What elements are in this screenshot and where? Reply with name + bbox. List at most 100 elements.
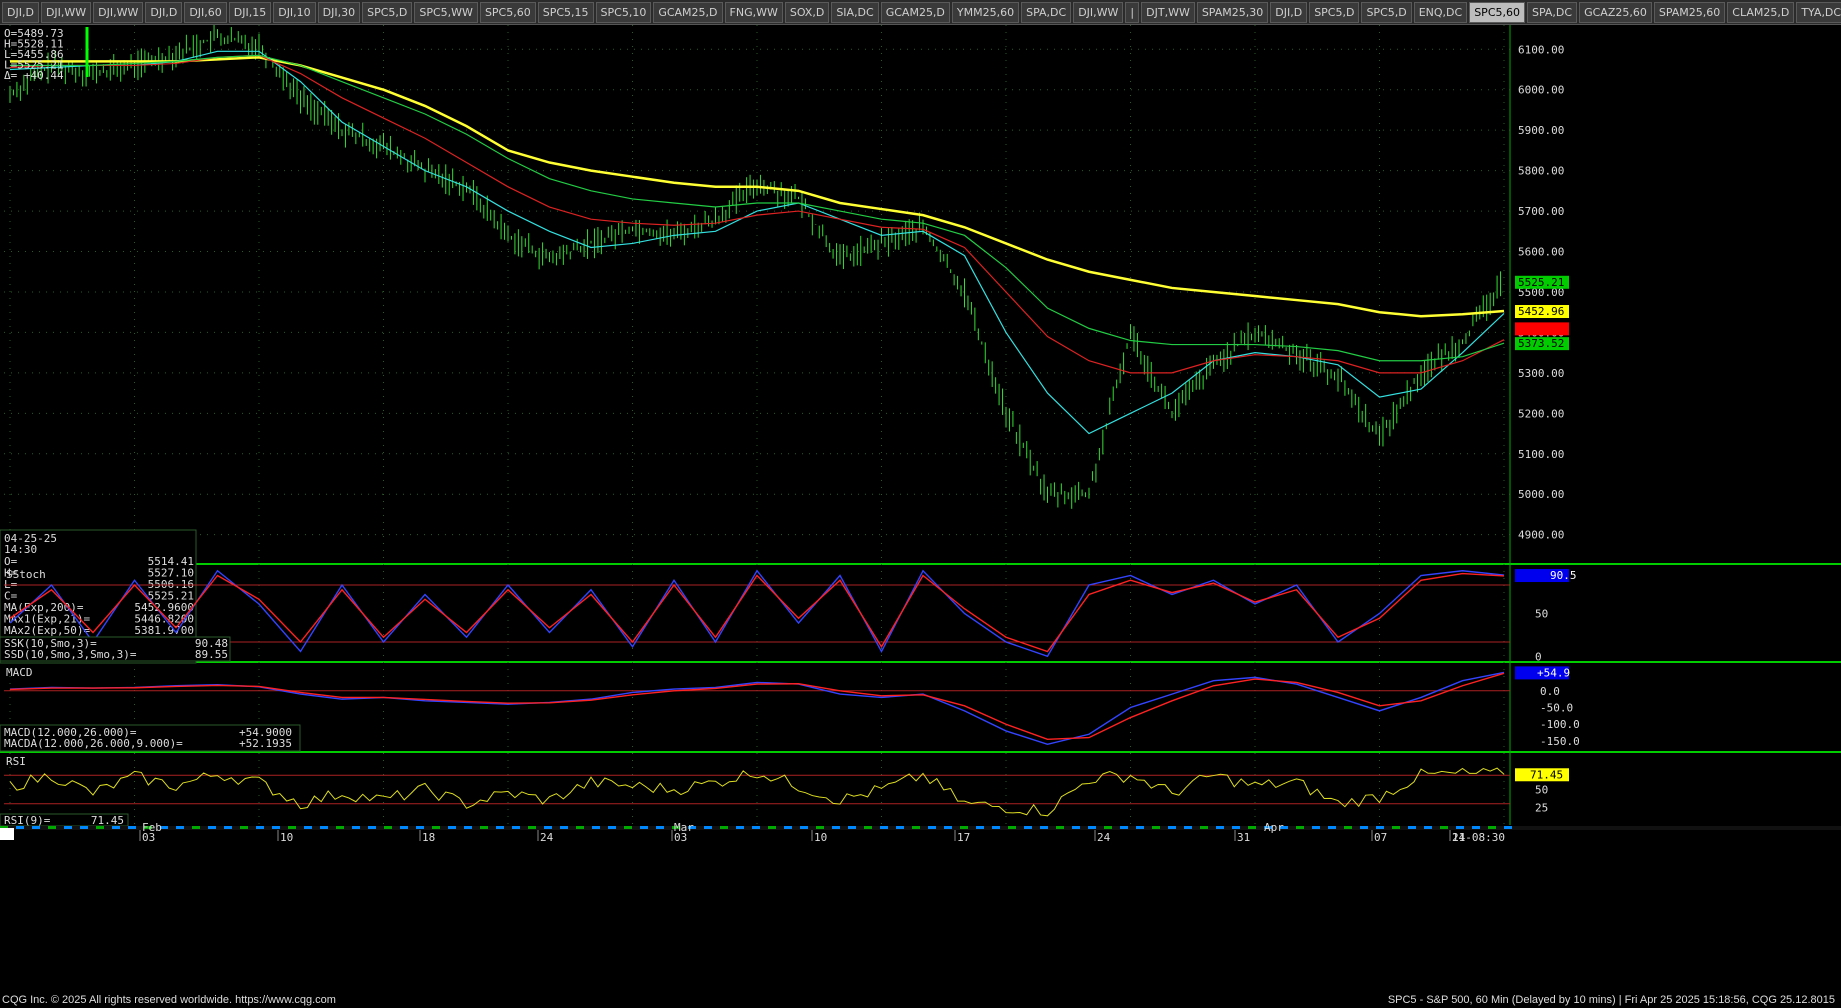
session-marker [640, 826, 648, 829]
chart-tab[interactable]: SPAM25,30 [1196, 1, 1269, 23]
chart-tab[interactable]: SPC5,60 [1469, 1, 1525, 23]
session-marker [624, 826, 632, 829]
session-marker [800, 826, 808, 829]
chart-tab[interactable]: SPC5,15 [537, 1, 594, 23]
session-marker [1360, 826, 1368, 829]
chart-tab[interactable]: GCAM25,D [653, 1, 723, 23]
price-marker [1515, 322, 1569, 336]
chart-tab[interactable]: DJI,10 [273, 1, 316, 23]
macd-tick-label: -100.0 [1540, 718, 1580, 731]
chart-area[interactable]: 6100.00 6000.00 5900.00 5800.00 5700.00 5600.… [0, 25, 1841, 991]
session-marker [464, 826, 472, 829]
month-label: Apr [1264, 821, 1284, 834]
chart-description: SPC5 - S&P 500, 60 Min (Delayed by 10 mi… [1387, 994, 1835, 1006]
chart-tab[interactable]: DJI,15 [228, 1, 272, 23]
chart-tab[interactable]: DJI,WW [40, 1, 92, 23]
chart-tab[interactable]: DJI,D [145, 1, 183, 23]
session-marker [592, 826, 600, 829]
time-label: 24 [540, 831, 554, 844]
chart-tab[interactable]: SPC5,D [1309, 1, 1360, 23]
session-marker [544, 826, 552, 829]
session-marker [336, 826, 344, 829]
price-tick-label: 5900.00 [1518, 124, 1564, 137]
time-label: 17 [957, 831, 970, 844]
session-marker [720, 826, 728, 829]
chart-tab[interactable]: FNG,WW [724, 1, 783, 23]
session-marker [1328, 826, 1336, 829]
chart-tab[interactable]: DJT,WW [1141, 1, 1195, 23]
price-marker-label: 5373.52 [1518, 337, 1564, 350]
session-marker [736, 826, 744, 829]
chart-tab[interactable]: GCAM25,D [880, 1, 950, 23]
session-marker [368, 826, 376, 829]
chart-tab[interactable]: SPC5,WW [414, 1, 478, 23]
chart-tab[interactable]: SPAM25,60 [1653, 1, 1726, 23]
time-label: 10 [280, 831, 293, 844]
chart-tab[interactable]: SPC5,10 [595, 1, 652, 23]
status-footer: CQG Inc. © 2025 All rights reserved worl… [0, 991, 1841, 1008]
session-marker [1408, 826, 1416, 829]
session-marker [976, 826, 984, 829]
chart-tab[interactable]: SPA,DC [1527, 1, 1578, 23]
session-marker [960, 826, 968, 829]
chart-tab[interactable]: CLAM25,D [1727, 1, 1795, 23]
chart-tab[interactable]: ENQ,DC [1413, 1, 1468, 23]
session-marker [1136, 826, 1144, 829]
session-marker [752, 826, 760, 829]
session-marker [1024, 826, 1032, 829]
session-marker [288, 826, 296, 829]
session-marker [944, 826, 952, 829]
session-marker [608, 826, 616, 829]
session-marker [1120, 826, 1128, 829]
session-marker [112, 826, 120, 829]
chart-tab[interactable]: TYA,DC [1796, 1, 1841, 23]
session-marker [1248, 826, 1256, 829]
rsi-tick-label: 50 [1535, 784, 1548, 797]
price-tick-label: 5200.00 [1518, 407, 1564, 420]
rsi-value: 71.45 [91, 814, 124, 827]
macda-value: +52.1935 [239, 737, 292, 750]
session-marker [480, 826, 488, 829]
chart-tab[interactable]: GCAZ25,60 [1579, 1, 1652, 23]
session-marker [32, 826, 40, 829]
session-marker [512, 826, 520, 829]
session-marker [1152, 826, 1160, 829]
chart-tab[interactable]: SPA,DC [1021, 1, 1072, 23]
session-marker [304, 826, 312, 829]
rsi-marker-label: 71.45 [1530, 768, 1563, 781]
session-marker [1440, 826, 1448, 829]
chart-tab[interactable]: DJI,D [2, 1, 39, 23]
session-marker [528, 826, 536, 829]
chart-tab[interactable]: SIA,DC [831, 1, 879, 23]
chart-tab[interactable]: YMM25,60 [951, 1, 1020, 23]
chart-tab[interactable]: DJI,WW [1073, 1, 1124, 23]
chart-tab[interactable]: DJI,D [1270, 1, 1308, 23]
session-marker [48, 826, 56, 829]
chart-tab[interactable]: SPC5,D [362, 1, 413, 23]
header-ohlc-line: Δ= +40.44 [4, 69, 64, 82]
chart-tab[interactable]: DJI,30 [317, 1, 361, 23]
price-tick-label: 5600.00 [1518, 246, 1564, 259]
scroll-handle[interactable] [0, 828, 14, 840]
macd-tick-label: -50.0 [1540, 702, 1573, 715]
session-marker [880, 826, 888, 829]
session-marker [1216, 826, 1224, 829]
chart-tab[interactable]: DJI,WW [93, 1, 144, 23]
chart-tab[interactable]: DJI,60 [184, 1, 227, 23]
chart-tab[interactable]: SOX,D [784, 1, 830, 23]
chart-tab[interactable]: | [1125, 1, 1140, 23]
session-marker [1104, 826, 1112, 829]
time-label: 24 [1097, 831, 1111, 844]
price-marker-label: 5452.96 [1518, 305, 1564, 318]
copyright-text: CQG Inc. © 2025 All rights reserved worl… [2, 994, 336, 1006]
session-marker [1488, 826, 1496, 829]
session-marker [768, 826, 776, 829]
session-marker [192, 826, 200, 829]
ssd-value: 89.55 [195, 648, 228, 661]
session-marker [1344, 826, 1352, 829]
chart-tab[interactable]: SPC5,D [1361, 1, 1412, 23]
session-marker [1200, 826, 1208, 829]
chart-tab[interactable]: SPC5,60 [479, 1, 536, 23]
price-marker-label: 5525.21 [1518, 276, 1564, 289]
session-marker [1040, 826, 1048, 829]
